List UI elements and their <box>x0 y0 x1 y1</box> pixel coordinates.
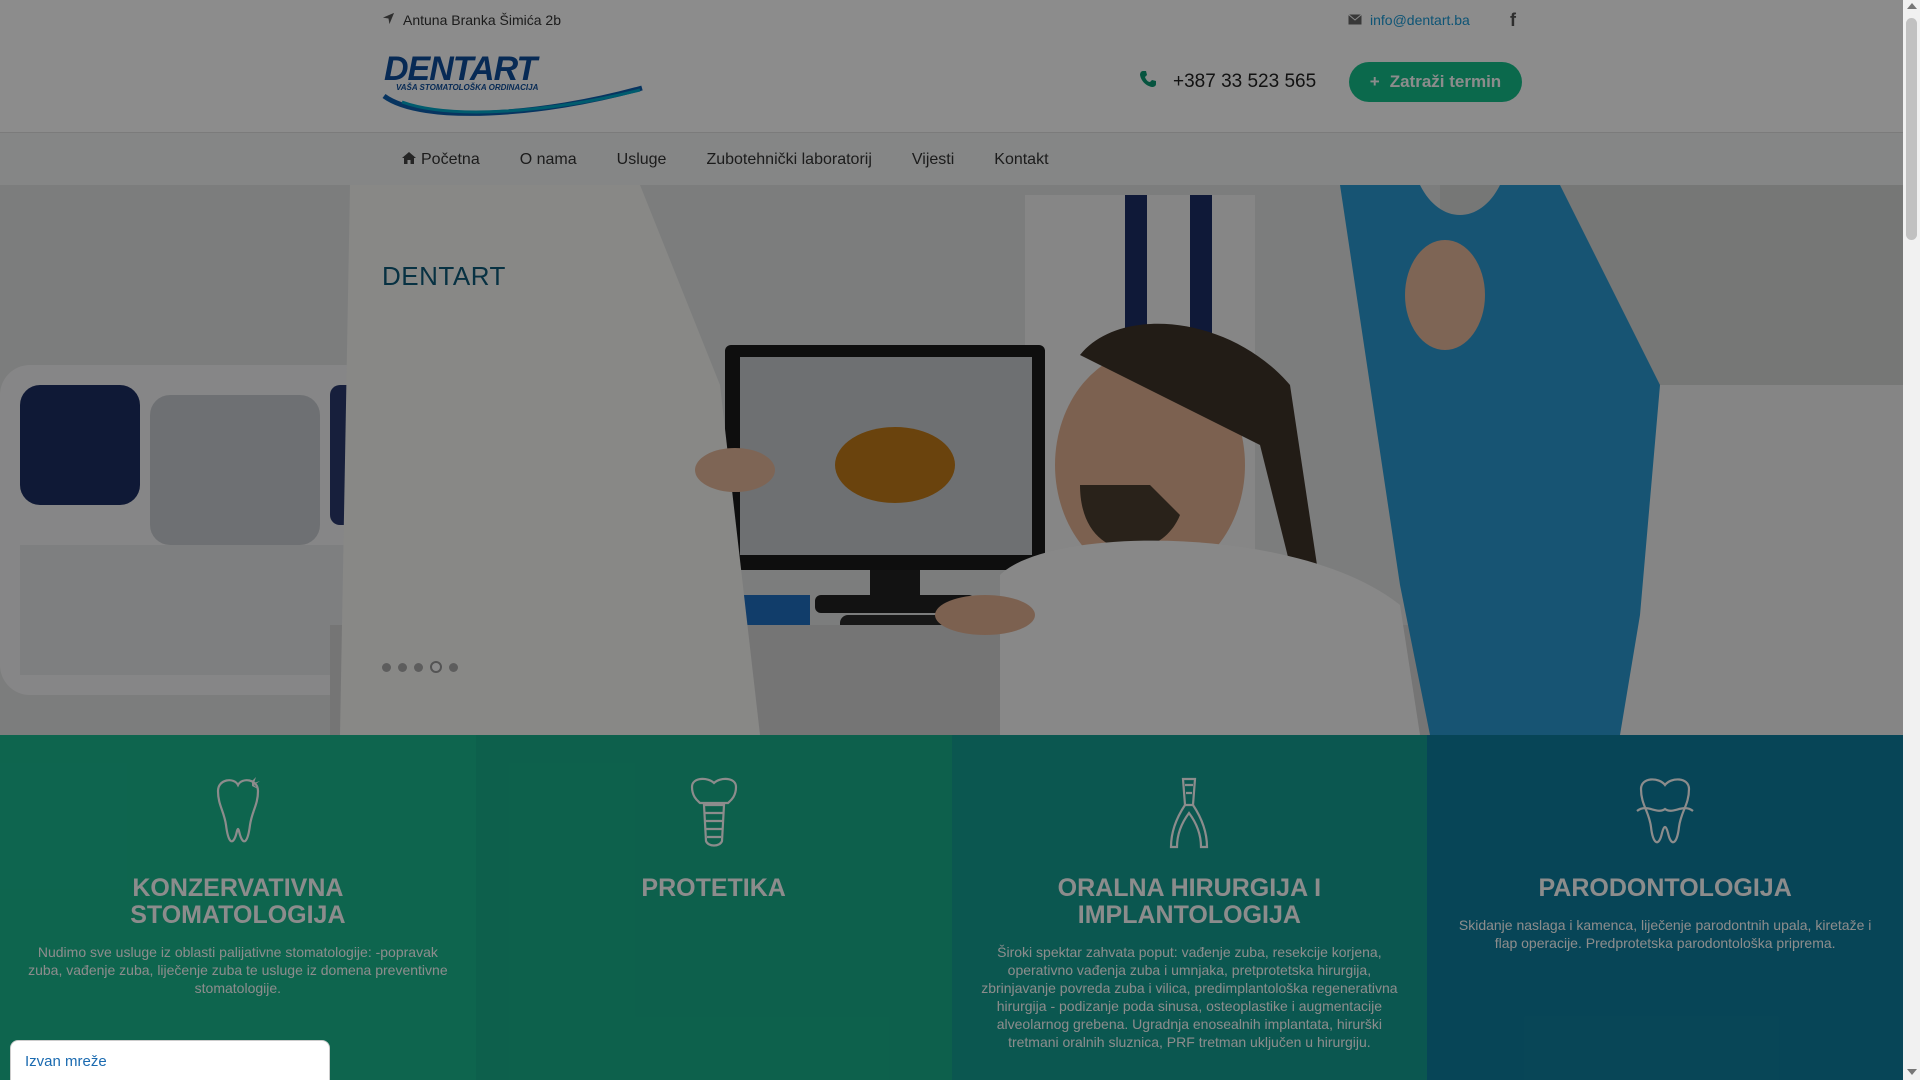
address-text: Antuna Branka Šimića 2b <box>403 12 561 28</box>
service-protetika[interactable]: PROTETIKA <box>475 735 952 1080</box>
nav-item-pocetna[interactable]: Početna <box>382 133 500 186</box>
service-text: Skidanje naslaga i kamenca, liječenje pa… <box>1458 917 1872 951</box>
slider-dot-1[interactable] <box>382 662 391 672</box>
nav-item-o-nama[interactable]: O nama <box>500 133 597 186</box>
service-oralna-hirurgija[interactable]: ORALNA HIRURGIJA I IMPLANTOLOGIJA Široki… <box>951 735 1428 1080</box>
plus-icon: + <box>1369 72 1380 91</box>
services-section: KONZERVATIVNA STOMATOLOGIJA Nudimo sve u… <box>0 735 1903 1080</box>
address: Antuna Branka Šimića 2b <box>382 12 561 28</box>
nav-item-usluge[interactable]: Usluge <box>597 133 687 186</box>
nav-item-vijesti[interactable]: Vijesti <box>892 133 974 186</box>
service-title: KONZERVATIVNA STOMATOLOGIJA <box>130 874 346 929</box>
nav-item-zubotehnicki-laboratorij[interactable]: Zubotehnički laboratorij <box>686 133 891 186</box>
hero-title: DENTART <box>382 261 506 291</box>
service-title: PARODONTOLOGIJA <box>1538 874 1792 902</box>
top-bar: Antuna Branka Šimića 2b info@dentart.ba … <box>0 0 1903 132</box>
home-icon <box>402 151 416 169</box>
phone-number[interactable]: +387 33 523 565 <box>1123 62 1323 102</box>
nav-label: Zubotehnički laboratorij <box>706 150 872 168</box>
main-nav: Početna O nama Usluge Zubotehnički labor… <box>0 132 1903 185</box>
chat-status: Izvan mreže <box>25 1053 107 1070</box>
service-text: Nudimo sve usluge iz oblasti palijativne… <box>28 944 448 996</box>
tooth-sparkle-icon <box>208 775 268 849</box>
cta-label: Zatraži termin <box>1389 72 1502 91</box>
phone-text: +387 33 523 565 <box>1173 71 1317 92</box>
logo-tagline: VAŠA STOMATOLOŠKA ORDINACIJA <box>396 83 539 92</box>
nav-label: Vijesti <box>911 150 955 168</box>
facebook-icon[interactable]: f <box>1510 10 1516 31</box>
nav-label: Usluge <box>616 150 667 168</box>
chat-widget-offline[interactable]: Izvan mreže <box>10 1040 330 1080</box>
scroll-down-arrow-icon[interactable] <box>1907 1069 1917 1075</box>
logo[interactable]: DENTART VAŠA STOMATOLOŠKA ORDINACIJA <box>382 50 644 116</box>
nav-item-kontakt[interactable]: Kontakt <box>974 133 1068 186</box>
teeth-gums-icon <box>1635 775 1695 849</box>
slider-dot-2[interactable] <box>398 662 407 672</box>
slider-dot-5[interactable] <box>449 662 458 672</box>
hero-slider: DENTART <box>0 185 1903 735</box>
scrollbar-thumb[interactable] <box>1906 18 1917 240</box>
email-link[interactable]: info@dentart.ba <box>1348 12 1470 28</box>
hero-photo <box>0 185 1903 735</box>
dental-implant-icon <box>684 775 744 849</box>
dental-forceps-icon <box>1159 775 1219 849</box>
service-text: Široki spektar zahvata poput: vađenje zu… <box>981 944 1398 1050</box>
service-konzervativna-stomatologija[interactable]: KONZERVATIVNA STOMATOLOGIJA Nudimo sve u… <box>0 735 476 1080</box>
nav-label: Početna <box>421 150 480 168</box>
scroll-up-arrow-icon[interactable] <box>1907 3 1917 9</box>
slider-dot-3[interactable] <box>414 662 423 672</box>
email-text[interactable]: info@dentart.ba <box>1370 12 1470 28</box>
nav-label: Kontakt <box>994 150 1049 168</box>
location-arrow-icon <box>382 12 395 28</box>
phone-icon <box>1139 70 1157 94</box>
service-parodontologija[interactable]: PARODONTOLOGIJA Skidanje naslaga i kamen… <box>1427 735 1903 1080</box>
service-title: ORALNA HIRURGIJA I IMPLANTOLOGIJA <box>1057 874 1322 929</box>
slider-dots <box>382 661 458 673</box>
slider-dot-4[interactable] <box>430 661 442 673</box>
envelope-icon <box>1348 12 1362 28</box>
request-appointment-button[interactable]: + Zatraži termin <box>1349 62 1522 102</box>
nav-label: O nama <box>519 150 577 168</box>
service-title: PROTETIKA <box>641 874 786 902</box>
